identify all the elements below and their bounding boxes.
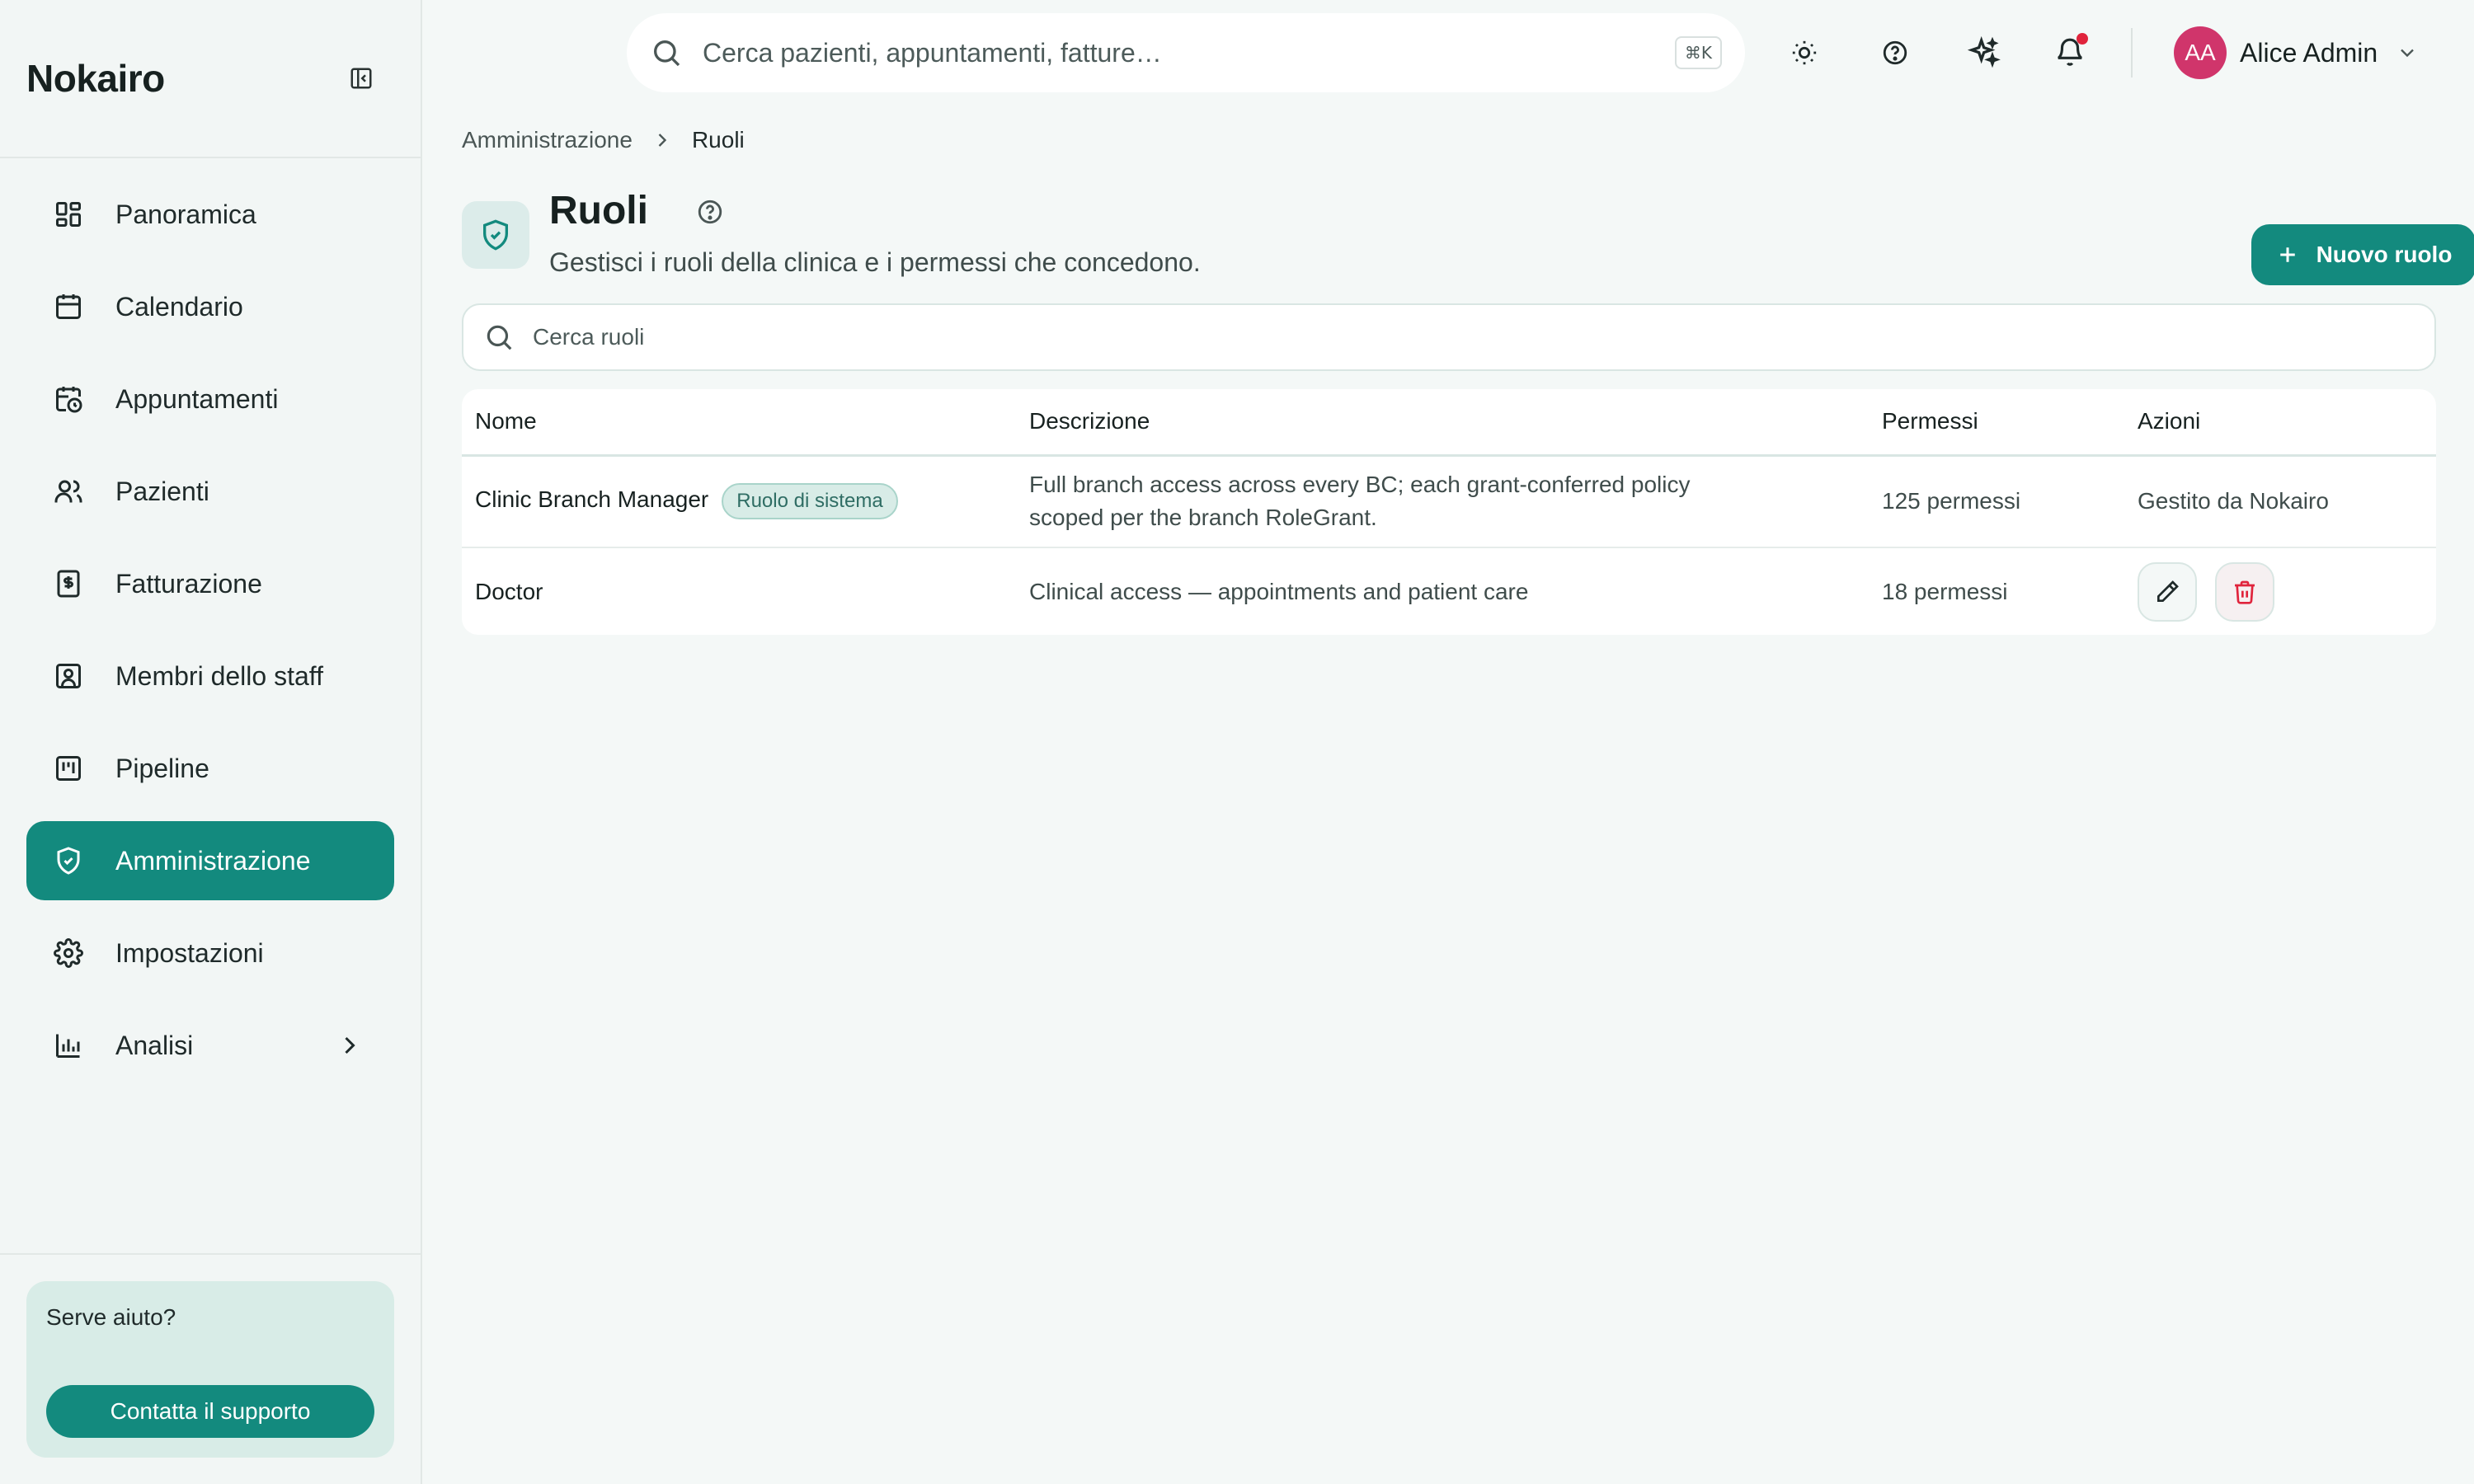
- sidebar-item-label: Membri dello staff: [115, 660, 323, 691]
- calendar-clock-icon: [51, 382, 86, 416]
- breadcrumb-current: Ruoli: [691, 127, 745, 153]
- edit-role-button[interactable]: [2138, 561, 2197, 622]
- column-header-nome[interactable]: Nome: [462, 389, 1016, 457]
- plus-icon: [2275, 242, 2300, 267]
- sidebar: Nokairo Panoramica Calendario Appuntamen…: [0, 0, 422, 1484]
- global-search-input[interactable]: Cerca pazienti, appuntamenti, fatture… ⌘…: [627, 13, 1745, 92]
- dashboard-icon: [51, 197, 86, 232]
- sidebar-divider: [0, 1253, 422, 1255]
- system-role-badge: Ruolo di sistema: [722, 483, 898, 520]
- sidebar-item-analisi[interactable]: Analisi: [26, 1006, 394, 1085]
- help-circle-icon[interactable]: [1879, 36, 1912, 69]
- sidebar-item-label: Analisi: [115, 1030, 194, 1060]
- sparkles-ai-icon[interactable]: [1968, 36, 2001, 69]
- table-header-row: Nome Descrizione Permessi Azioni: [462, 389, 2436, 457]
- page-title: Ruoli: [549, 189, 648, 232]
- new-role-button[interactable]: Nuovo ruolo: [2251, 224, 2474, 285]
- sidebar-item-membri-staff[interactable]: Membri dello staff: [26, 636, 394, 716]
- sidebar-item-calendario[interactable]: Calendario: [26, 267, 394, 346]
- sidebar-item-label: Pipeline: [115, 753, 209, 783]
- new-role-button-label: Nuovo ruolo: [2316, 242, 2453, 267]
- id-badge-icon: [51, 659, 86, 693]
- sidebar-collapse-icon[interactable]: [345, 62, 378, 95]
- role-name: Clinic Branch Manager: [475, 486, 709, 513]
- topbar-divider: [2131, 28, 2133, 77]
- help-card: Serve aiuto? Contatta il supporto: [26, 1281, 394, 1458]
- brand-header: Nokairo: [0, 0, 421, 158]
- sidebar-item-label: Calendario: [115, 291, 243, 322]
- chevron-down-icon: [2396, 41, 2419, 64]
- sidebar-item-label: Fatturazione: [115, 568, 262, 599]
- chevron-right-icon: [335, 1031, 365, 1060]
- role-permissions-count: 18 permessi: [1882, 578, 2008, 604]
- role-search-input[interactable]: Cerca ruoli: [462, 303, 2436, 371]
- role-name-cell: Clinic Branch Manager Ruolo di sistema: [462, 455, 1016, 548]
- sidebar-item-pazienti[interactable]: Pazienti: [26, 452, 394, 531]
- search-icon: [650, 36, 683, 69]
- sidebar-item-label: Impostazioni: [115, 937, 264, 968]
- theme-toggle-sun-icon[interactable]: [1788, 36, 1821, 69]
- delete-role-button[interactable]: [2214, 561, 2274, 622]
- sidebar-item-label: Panoramica: [115, 199, 256, 229]
- role-name-cell: Doctor: [462, 547, 1016, 635]
- role-name: Doctor: [475, 578, 543, 604]
- sidebar-item-amministrazione[interactable]: Amministrazione: [26, 821, 394, 900]
- shield-icon: [462, 201, 529, 269]
- role-description-line: scoped per the branch RoleGrant.: [1029, 505, 1377, 531]
- page-subtitle: Gestisci i ruoli della clinica e i perme…: [549, 247, 1201, 277]
- chevron-right-icon: [651, 129, 674, 152]
- user-name: Alice Admin: [2240, 37, 2378, 68]
- role-search-placeholder: Cerca ruoli: [533, 324, 645, 350]
- sidebar-item-fatturazione[interactable]: Fatturazione: [26, 544, 394, 623]
- help-circle-icon[interactable]: [696, 198, 724, 226]
- shortcut-hint: ⌘K: [1674, 36, 1722, 69]
- breadcrumb-link-amministrazione[interactable]: Amministrazione: [462, 127, 633, 153]
- sidebar-item-label: Appuntamenti: [115, 383, 279, 414]
- global-search-placeholder: Cerca pazienti, appuntamenti, fatture…: [703, 37, 1162, 68]
- user-menu[interactable]: AA Alice Admin: [2174, 26, 2419, 79]
- avatar: AA: [2174, 26, 2227, 79]
- page-header: Ruoli Gestisci i ruoli della clinica e i…: [462, 188, 2474, 287]
- search-icon: [483, 322, 515, 353]
- role-description-line: Full branch access across every BC; each…: [1029, 472, 1691, 498]
- roles-table: Nome Descrizione Permessi Azioni Clinic …: [462, 389, 2436, 635]
- top-bar: Cerca pazienti, appuntamenti, fatture… ⌘…: [422, 0, 2474, 107]
- main-content: Cerca pazienti, appuntamenti, fatture… ⌘…: [422, 0, 2474, 1484]
- brand-logo-text: Nokairo: [26, 57, 165, 100]
- sidebar-item-label: Pazienti: [115, 476, 209, 506]
- users-icon: [51, 474, 86, 509]
- trash-icon: [2234, 580, 2255, 604]
- sidebar-item-pipeline[interactable]: Pipeline: [26, 729, 394, 808]
- calendar-icon: [51, 289, 86, 324]
- bell-icon[interactable]: [2053, 33, 2088, 69]
- pencil-icon: [2157, 580, 2179, 602]
- notification-dot: [2077, 33, 2088, 45]
- role-managed-by: Gestito da Nokairo: [2124, 455, 2436, 548]
- sidebar-item-label: Amministrazione: [115, 845, 311, 876]
- table-row[interactable]: Clinic Branch Manager Ruolo di sistema Fu…: [462, 455, 2436, 548]
- sidebar-item-impostazioni[interactable]: Impostazioni: [26, 913, 394, 993]
- shield-icon: [51, 843, 86, 878]
- column-header-azioni: Azioni: [2124, 389, 2436, 457]
- role-description-cell: Full branch access across every BC; each…: [1016, 455, 1869, 548]
- invoice-icon: [51, 566, 86, 601]
- sidebar-item-appuntamenti[interactable]: Appuntamenti: [26, 359, 394, 439]
- role-actions-cell: [2124, 547, 2436, 635]
- sidebar-nav: Panoramica Calendario Appuntamenti Pazie…: [0, 158, 421, 1085]
- role-description-cell: Clinical access — appointments and patie…: [1029, 578, 1529, 604]
- column-header-permessi[interactable]: Permessi: [1869, 389, 2124, 457]
- column-header-descrizione[interactable]: Descrizione: [1016, 389, 1869, 457]
- bar-chart-icon: [51, 1028, 86, 1063]
- role-permissions-count: 125 permessi: [1869, 455, 2124, 548]
- table-row[interactable]: Doctor Clinical access — appointments an…: [462, 547, 2436, 635]
- sidebar-item-panoramica[interactable]: Panoramica: [26, 175, 394, 254]
- help-title: Serve aiuto?: [46, 1304, 176, 1330]
- contact-support-button[interactable]: Contatta il supporto: [46, 1385, 374, 1438]
- kanban-icon: [51, 751, 86, 786]
- gear-icon: [51, 936, 86, 970]
- breadcrumb: Amministrazione Ruoli: [462, 127, 745, 153]
